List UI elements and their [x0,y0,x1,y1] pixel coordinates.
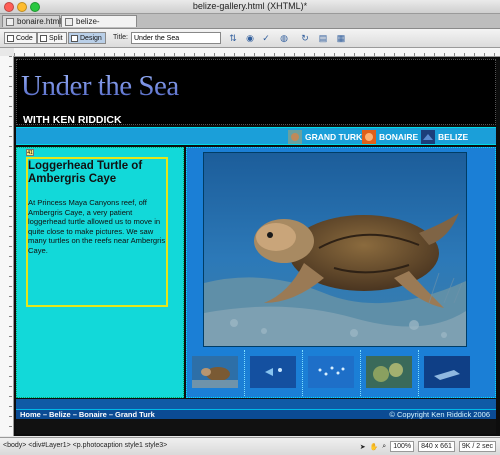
refresh-icon[interactable]: ↻ [300,33,310,43]
layer-marker[interactable]: 41 [26,149,34,156]
design-canvas[interactable]: Under the Sea WITH KEN RIDDICK GRAND TUR… [14,57,500,436]
page-heading: Under the Sea [21,70,179,102]
globe-icon[interactable]: ◍ [279,33,289,43]
tab-belize-gallery[interactable]: belize-gallery.html* [61,15,137,38]
tab-bonaire[interactable]: bonaire.html [2,15,62,27]
status-controls: ➤ ✋ ⌕ 100% 840 x 661 9K / 2 sec [360,441,496,452]
diver-thumbnail-icon [424,356,470,388]
turtle-thumbnail-icon [192,356,238,388]
nav-item-bonaire[interactable]: BONAIRE [362,129,418,144]
grand-turk-thumbnail-icon [288,129,302,144]
tag-selector[interactable]: <body> <div#Layer1> <p.photocaption styl… [3,442,167,449]
footer-links: Home – Belize – Bonaire – Grand Turk [20,410,157,419]
top-navigation: GRAND TURK BONAIRE BELIZE [16,127,496,145]
document-toolbar: Code Split Design Title: Under the Sea ⇅… [0,29,500,48]
page-bottom [16,419,496,434]
window-title: belize-gallery.html (XHTML)* [192,1,308,11]
page-footer: Home – Belize – Bonaire – Grand Turk © Copyrig… [16,409,496,419]
thumbnail-slot[interactable] [187,350,245,396]
check-page-icon[interactable]: ✓ [261,33,271,43]
caption-title: Loggerhead Turtle of Ambergris Caye [28,160,143,185]
preview-browser-icon[interactable]: ◉ [245,33,255,43]
page-header: Under the Sea WITH KEN RIDDICK [16,59,496,126]
caption-body: At Princess Maya Canyons reef, off Amber… [28,198,166,255]
vertical-ruler [0,56,14,436]
photo-caption-layer[interactable]: Loggerhead Turtle of Ambergris Caye At P… [26,157,168,307]
loggerhead-turtle-photo [204,153,466,346]
html-file-icon [65,18,73,26]
code-view-label: Code [16,35,33,42]
zoom-tool-icon[interactable]: ⌕ [382,443,386,451]
file-management-icon[interactable]: ⇅ [228,33,238,43]
nav-label: GRAND TURK [305,131,363,142]
design-view-label: Design [80,35,102,42]
title-label: Title: [113,34,128,41]
download-size: 9K / 2 sec [458,441,496,452]
footer-link-grand-turk[interactable]: Grand Turk [115,410,155,419]
footer-link-belize[interactable]: Belize [49,410,71,419]
footer-link-home[interactable]: Home [20,410,41,419]
design-view-button[interactable]: Design [68,32,106,44]
thumbnail-slot[interactable] [361,350,419,396]
footer-spacer [16,399,496,409]
tab-label: bonaire.html [17,17,62,26]
status-bar: <body> <div#Layer1> <p.photocaption styl… [0,437,500,455]
code-view-icon [7,35,14,42]
zoom-select[interactable]: 100% [390,441,415,452]
main-photo[interactable] [203,152,467,347]
thumbnail-slot[interactable] [245,350,303,396]
thumbnail-strip [187,350,495,396]
split-view-label: Split [49,35,63,42]
belize-thumbnail-icon [421,129,435,144]
footer-separator: – [72,410,77,419]
bonaire-thumbnail-icon [362,129,376,144]
thumbnail-slot[interactable] [303,350,361,396]
window-titlebar: belize-gallery.html (XHTML)* [0,0,500,14]
school-fish-thumbnail-icon [308,356,354,388]
nav-label: BELIZE [438,131,469,142]
design-view-icon [71,35,78,42]
photo-pane [186,147,496,398]
copyright-text: © Copyright Ken Riddick 2006 [389,410,490,419]
coral-thumbnail-icon [366,356,412,388]
nav-item-belize[interactable]: BELIZE [421,129,468,144]
thumbnail-slot[interactable] [419,350,477,396]
page-subheading: WITH KEN RIDDICK [23,114,122,126]
split-view-icon [40,35,47,42]
split-view-button[interactable]: Split [37,32,67,44]
html-file-icon [6,18,14,26]
page-title-input[interactable]: Under the Sea [131,32,221,44]
code-view-button[interactable]: Code [4,32,37,44]
select-tool-icon[interactable]: ➤ [360,443,366,451]
footer-separator: – [42,410,48,419]
footer-separator: – [108,410,113,419]
nav-item-grand-turk[interactable]: GRAND TURK [288,129,362,144]
window-size-select[interactable]: 840 x 661 [418,441,455,452]
footer-link-bonaire[interactable]: Bonaire [79,410,107,419]
nav-label: BONAIRE [379,131,419,142]
horizontal-ruler [14,48,500,57]
fish-thumbnail-icon [250,356,296,388]
document-tabs: bonaire.html belize-gallery.html* [0,14,500,38]
visual-aids-icon[interactable]: ▦ [336,33,346,43]
hand-tool-icon[interactable]: ✋ [370,443,379,451]
view-options-icon[interactable]: ▤ [318,33,328,43]
